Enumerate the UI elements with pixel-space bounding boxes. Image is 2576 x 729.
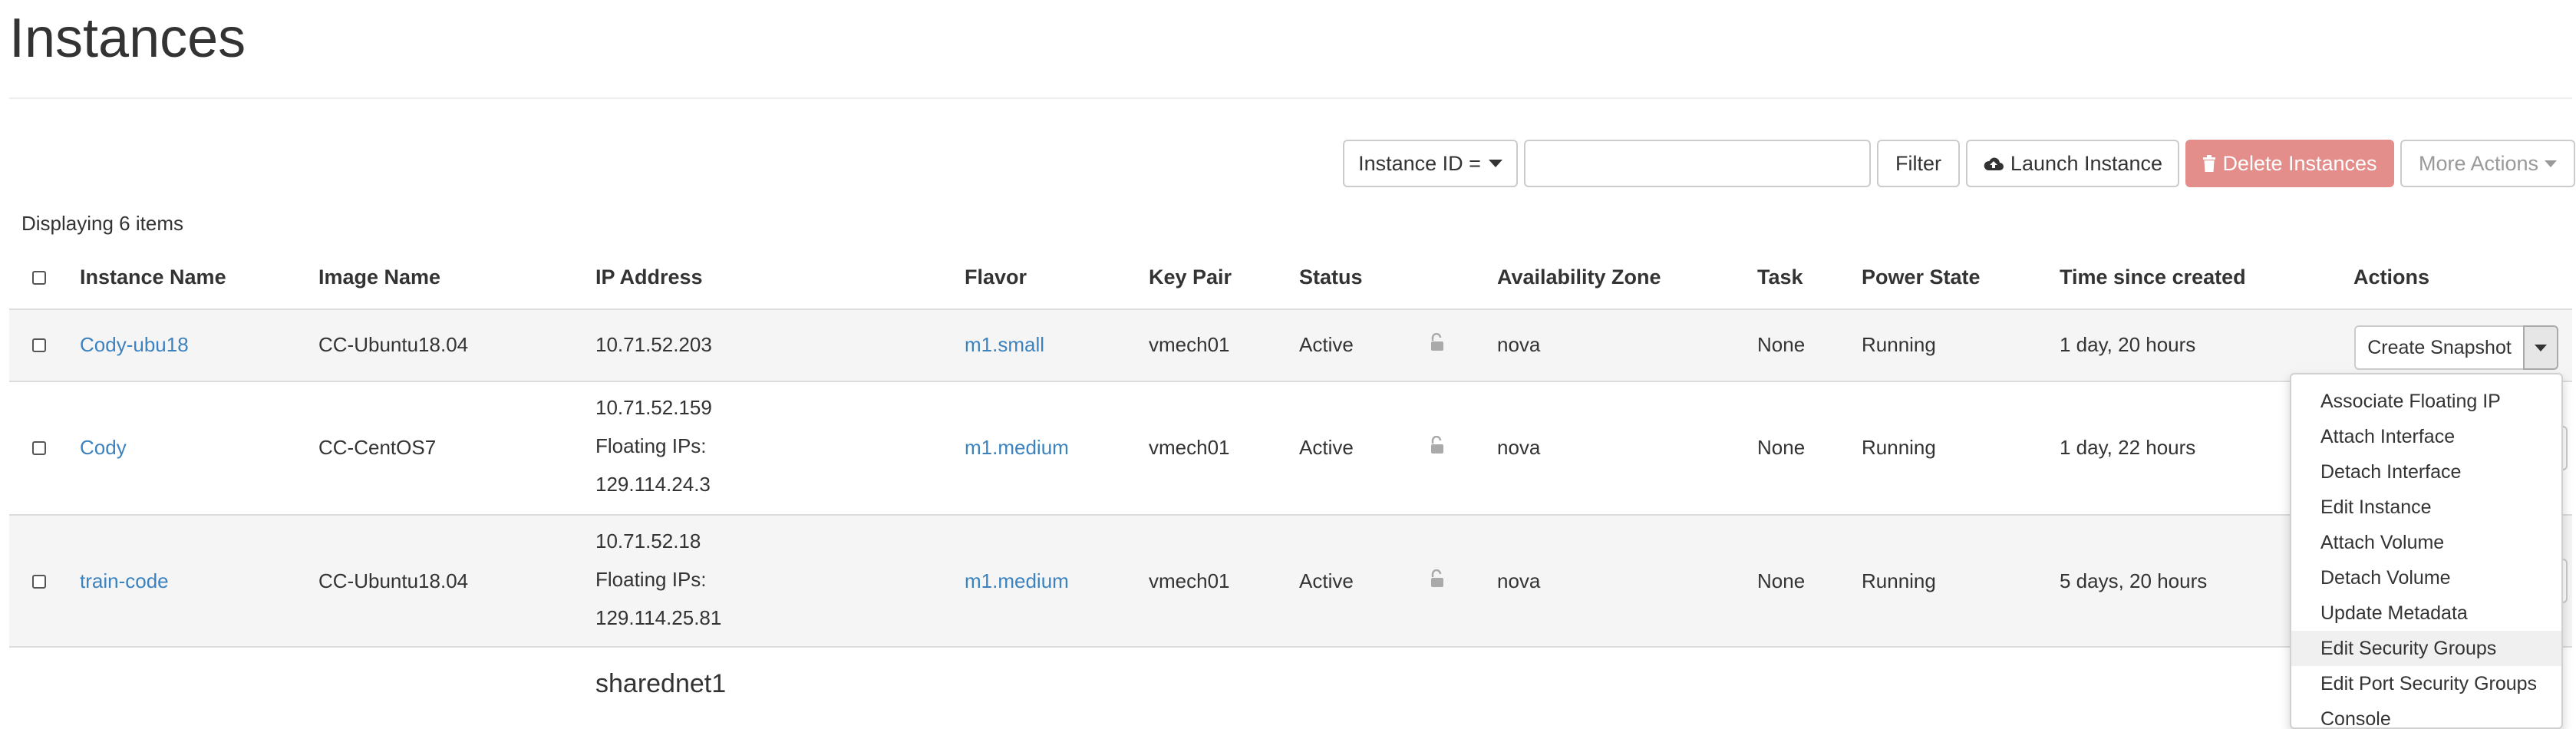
ip-address: 10.71.52.203 (595, 333, 712, 356)
ip-address: 10.71.52.159 Floating IPs: 129.114.24.3 (595, 388, 712, 503)
filter-input[interactable] (1524, 140, 1871, 187)
unlock-icon (1431, 436, 1443, 454)
filter-field-select[interactable]: Instance ID = (1343, 140, 1518, 187)
ip-floating: 129.114.25.81 (595, 606, 722, 629)
table-row: Cody CC-CentOS7 10.71.52.159 Floating IP… (9, 382, 2572, 516)
table-row: train-code CC-Ubuntu18.04 10.71.52.18 Fl… (9, 516, 2572, 648)
image-name: CC-CentOS7 (318, 436, 437, 459)
title-divider (9, 97, 2572, 99)
cloud-upload-icon (1984, 157, 2004, 170)
ip-fixed: 10.71.52.159 (595, 396, 712, 419)
col-task[interactable]: Task (1757, 266, 1803, 289)
col-key-pair[interactable]: Key Pair (1149, 266, 1232, 289)
actions-dropdown-toggle[interactable] (2523, 325, 2558, 370)
menu-item-attach-interface[interactable]: Attach Interface (2291, 419, 2561, 454)
create-snapshot-button[interactable]: Create Snapshot (2354, 325, 2523, 370)
ip-floating: 129.114.24.3 (595, 473, 711, 496)
col-availability-zone[interactable]: Availability Zone (1497, 266, 1661, 289)
instance-name-link[interactable]: Cody (80, 436, 127, 460)
select-all-checkbox[interactable] (32, 271, 46, 285)
floating-ips-label: Floating IPs: (595, 568, 707, 591)
flavor-link[interactable]: m1.medium (965, 569, 1069, 593)
power-state: Running (1862, 569, 1936, 592)
menu-item-associate-floating-ip[interactable]: Associate Floating IP (2291, 384, 2561, 419)
menu-item-edit-port-security-groups[interactable]: Edit Port Security Groups (2291, 666, 2561, 701)
more-actions-button[interactable]: More Actions (2400, 140, 2575, 187)
power-state: Running (1862, 333, 1936, 356)
col-status[interactable]: Status (1299, 266, 1363, 289)
menu-item-update-metadata[interactable]: Update Metadata (2291, 595, 2561, 631)
page-title: Instances (9, 8, 246, 69)
availability-zone: nova (1497, 569, 1541, 592)
time-since-created: 1 day, 22 hours (2060, 436, 2196, 459)
caret-down-icon (1488, 160, 1502, 167)
status-text: Active (1299, 333, 1354, 356)
network-name: sharednet1 (595, 669, 727, 698)
key-pair: vmech01 (1149, 333, 1230, 356)
col-flavor[interactable]: Flavor (965, 266, 1027, 289)
key-pair: vmech01 (1149, 569, 1230, 592)
key-pair: vmech01 (1149, 436, 1230, 459)
caret-down-icon (2545, 160, 2558, 167)
table-row: Cody-ubu18 CC-Ubuntu18.04 10.71.52.203 m… (9, 310, 2572, 382)
task: None (1757, 436, 1806, 459)
ip-fixed: 10.71.52.18 (595, 529, 701, 553)
image-name: CC-Ubuntu18.04 (318, 569, 469, 592)
instance-name-link[interactable]: train-code (80, 569, 169, 593)
task: None (1757, 333, 1806, 356)
filter-button[interactable]: Filter (1877, 140, 1960, 187)
caret-down-icon (2535, 344, 2547, 351)
menu-item-edit-instance[interactable]: Edit Instance (2291, 490, 2561, 525)
launch-instance-label: Launch Instance (2010, 151, 2163, 175)
task: None (1757, 569, 1806, 592)
menu-item-edit-security-groups[interactable]: Edit Security Groups (2291, 631, 2561, 666)
status-text: Active (1299, 436, 1354, 459)
col-time-since-created[interactable]: Time since created (2060, 266, 2246, 289)
more-actions-label: More Actions (2418, 151, 2539, 175)
time-since-created: 1 day, 20 hours (2060, 333, 2196, 356)
filter-field-label: Instance ID = (1358, 151, 1481, 175)
ip-address: 10.71.52.18 Floating IPs: 129.114.25.81 (595, 522, 721, 637)
power-state: Running (1862, 436, 1936, 459)
menu-item-console[interactable]: Console (2291, 701, 2561, 727)
image-name: CC-Ubuntu18.04 (318, 333, 469, 356)
flavor-link[interactable]: m1.medium (965, 436, 1069, 460)
availability-zone: nova (1497, 436, 1541, 459)
table-header: Instance Name Image Name IP Address Flav… (9, 259, 2572, 312)
time-since-created: 5 days, 20 hours (2060, 569, 2208, 592)
col-instance-name[interactable]: Instance Name (80, 266, 226, 289)
menu-item-detach-volume[interactable]: Detach Volume (2291, 560, 2561, 595)
col-actions: Actions (2353, 266, 2430, 289)
delete-instances-label: Delete Instances (2222, 151, 2377, 175)
floating-ips-label: Floating IPs: (595, 434, 707, 457)
menu-item-detach-interface[interactable]: Detach Interface (2291, 454, 2561, 490)
row-checkbox[interactable] (32, 575, 46, 589)
unlock-icon (1431, 569, 1443, 587)
status-text: Active (1299, 569, 1354, 592)
availability-zone: nova (1497, 333, 1541, 356)
item-count: Displaying 6 items (21, 212, 183, 235)
launch-instance-button[interactable]: Launch Instance (1966, 140, 2179, 187)
trash-icon (2203, 155, 2216, 172)
unlock-icon (1431, 333, 1443, 351)
instance-name-link[interactable]: Cody-ubu18 (80, 333, 189, 357)
delete-instances-button[interactable]: Delete Instances (2185, 140, 2394, 187)
col-ip-address[interactable]: IP Address (595, 266, 703, 289)
row-checkbox[interactable] (32, 441, 46, 455)
row-checkbox[interactable] (32, 338, 46, 352)
menu-item-attach-volume[interactable]: Attach Volume (2291, 525, 2561, 560)
col-image-name[interactable]: Image Name (318, 266, 440, 289)
actions-dropdown-menu: Associate Floating IP Attach Interface D… (2290, 373, 2563, 729)
col-power-state[interactable]: Power State (1862, 266, 1981, 289)
flavor-link[interactable]: m1.small (965, 333, 1044, 357)
